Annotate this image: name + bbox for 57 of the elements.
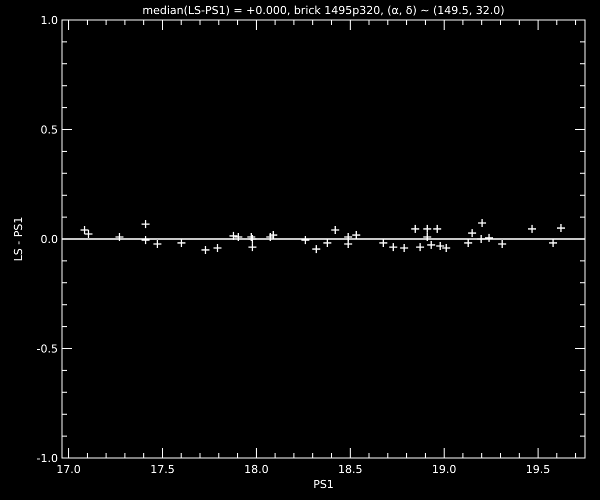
data-point [352,230,361,240]
data-point [344,232,353,242]
data-point [432,224,442,234]
data-point [140,219,150,229]
data-point [422,224,432,234]
data-point [477,218,487,228]
data-point [484,233,494,243]
data-point [410,224,420,234]
data-point [248,242,258,252]
data-point [300,235,310,245]
data-point [234,232,243,242]
x-tick-label: 17.0 [56,463,81,476]
data-point [246,232,256,242]
x-axis-label: PS1 [313,478,334,491]
x-tick-label: 19.0 [432,463,456,476]
data-point [228,231,238,241]
data-point [426,240,436,250]
data-point [80,225,90,235]
data-point [556,223,566,233]
data-point [476,234,486,244]
data-point [464,238,473,248]
data-point [322,238,332,248]
data-point [378,238,388,248]
x-tick-label: 18.0 [244,463,269,476]
data-point [266,232,275,242]
data-point [152,239,162,249]
data-point [268,230,278,240]
chart-title: median(LS-PS1) = +0.000, brick 1495p320, (α, δ) ~ (149.5, 32.0) [142,4,505,17]
y-tick-label: 0.5 [40,124,58,136]
x-tick-label: 19.5 [526,463,550,476]
data-point [422,232,432,242]
data-point [114,232,124,242]
data-point [467,228,477,238]
data-point [415,242,425,252]
data-point [344,239,353,249]
data-point [400,243,409,253]
data-point [312,244,321,254]
data-point [176,238,186,248]
data-point [498,239,507,249]
data-point [527,224,537,234]
data-point [548,238,558,248]
data-point [330,225,340,235]
y-tick-label: 0.0 [40,233,58,246]
data-point [140,235,150,245]
data-point [200,245,210,255]
x-tick-label: 17.5 [150,463,175,476]
data-point [436,241,445,251]
y-tick-label: -0.5 [36,342,58,356]
data-point [442,243,451,253]
y-tick-label: -1.0 [36,452,58,465]
x-tick-label: 18.5 [338,463,362,476]
data-point [84,229,94,239]
data-point [388,242,398,252]
y-tick-label: 1.0 [40,14,58,27]
data-point [212,243,222,253]
y-axis-label: LS - PS1 [12,216,25,262]
data-point [248,234,258,244]
